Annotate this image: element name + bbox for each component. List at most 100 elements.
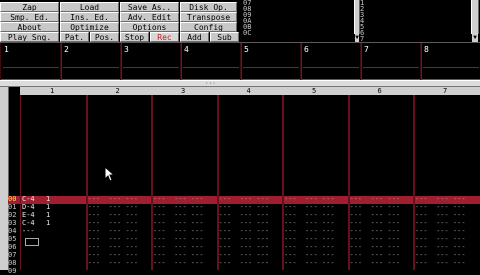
sample-list[interactable]: 12345678 xyxy=(360,0,468,49)
menu-button-play-sng[interactable]: Play Sng. xyxy=(0,32,59,42)
instrument-list-item[interactable]: 0C xyxy=(243,30,353,37)
empty-cell[interactable]: --- --- --- xyxy=(88,203,139,211)
empty-cell[interactable]: --- --- --- xyxy=(153,243,204,251)
empty-cell[interactable]: --- --- --- xyxy=(88,243,139,251)
empty-cell[interactable]: --- --- --- xyxy=(284,227,335,235)
channel-number[interactable]: 5 xyxy=(312,87,316,95)
empty-cell[interactable]: --- --- --- xyxy=(350,243,401,251)
menu-button-about[interactable]: About xyxy=(0,22,59,32)
menu-button-pat[interactable]: Pat. xyxy=(60,32,89,42)
empty-cell[interactable]: --- --- --- xyxy=(284,259,335,267)
instrument-cell[interactable]: 1 xyxy=(46,195,50,203)
empty-cell[interactable]: --- --- --- xyxy=(153,219,204,227)
empty-cell[interactable]: --- --- --- xyxy=(415,219,466,227)
note-cell[interactable]: D-4 xyxy=(22,203,35,211)
note-cell[interactable]: --- xyxy=(22,227,35,235)
empty-cell[interactable]: --- --- --- xyxy=(350,211,401,219)
empty-cell[interactable]: --- --- --- xyxy=(350,235,401,243)
empty-cell[interactable]: --- --- --- xyxy=(415,243,466,251)
empty-cell[interactable]: --- --- --- xyxy=(153,227,204,235)
channel-scope[interactable]: 2 xyxy=(60,43,122,81)
empty-cell[interactable]: --- --- --- xyxy=(219,227,270,235)
instrument-list[interactable]: 07 08 09 0A 0B 0C xyxy=(243,0,353,42)
menu-button-adv-edit[interactable]: Adv. Edit xyxy=(120,12,179,22)
empty-cell[interactable]: --- --- --- xyxy=(284,219,335,227)
instrument-cell[interactable]: 1 xyxy=(46,219,50,227)
empty-cell[interactable]: --- --- --- xyxy=(350,259,401,267)
empty-cell[interactable]: --- --- --- xyxy=(284,243,335,251)
empty-cell[interactable]: --- --- --- xyxy=(153,203,204,211)
empty-cell[interactable]: --- --- --- xyxy=(219,251,270,259)
empty-cell[interactable]: --- --- --- xyxy=(350,203,401,211)
empty-cell[interactable]: --- --- --- xyxy=(415,227,466,235)
empty-cell[interactable]: --- --- --- xyxy=(284,195,335,203)
empty-cell[interactable]: --- --- --- xyxy=(88,251,139,259)
menu-button-optimize[interactable]: Optimize xyxy=(60,22,119,32)
channel-number[interactable]: 1 xyxy=(50,87,54,95)
menu-button-transpose[interactable]: Transpose xyxy=(180,12,237,22)
note-cell[interactable]: C-4 xyxy=(22,195,35,203)
sample-list-scrollbar[interactable]: ▼ xyxy=(471,0,479,42)
channel-number[interactable]: 2 xyxy=(116,87,120,95)
empty-cell[interactable]: --- --- --- xyxy=(284,203,335,211)
note-cell[interactable]: C-4 xyxy=(22,219,35,227)
pattern-editor[interactable]: 1 2 3 4 5 6 7 00 01 02 03 04 05 06 07 08 09 C-4 1 D-4 1 E-4… xyxy=(0,87,480,275)
empty-cell[interactable]: --- --- --- xyxy=(284,251,335,259)
empty-cell[interactable]: --- --- --- xyxy=(153,211,204,219)
empty-cell[interactable]: --- --- --- xyxy=(415,211,466,219)
channel-scope[interactable]: 4 xyxy=(180,43,242,81)
empty-cell[interactable]: --- --- --- xyxy=(88,195,139,203)
empty-cell[interactable]: --- --- --- xyxy=(350,251,401,259)
scroll-down-icon[interactable]: ▼ xyxy=(355,34,359,42)
empty-cell[interactable]: --- --- --- xyxy=(219,243,270,251)
empty-cell[interactable]: --- --- --- xyxy=(350,219,401,227)
empty-cell[interactable]: --- --- --- xyxy=(415,259,466,267)
channel-number[interactable]: 6 xyxy=(378,87,382,95)
channel-scope[interactable]: 7 xyxy=(360,43,422,81)
menu-button-sub[interactable]: Sub xyxy=(210,32,239,42)
channel-scope[interactable]: 1 xyxy=(0,43,62,81)
menu-button-stop[interactable]: Stop xyxy=(120,32,149,42)
empty-cell[interactable]: --- --- --- xyxy=(415,251,466,259)
empty-cell[interactable]: --- --- --- xyxy=(415,235,466,243)
instrument-cell[interactable]: 1 xyxy=(46,203,50,211)
empty-cell[interactable]: --- --- --- xyxy=(284,235,335,243)
empty-cell[interactable]: --- --- --- xyxy=(88,219,139,227)
empty-cell[interactable]: --- --- --- xyxy=(219,203,270,211)
menu-button-add[interactable]: Add xyxy=(180,32,209,42)
empty-cell[interactable]: --- --- --- xyxy=(219,219,270,227)
menu-button-disk-op[interactable]: Disk Op. xyxy=(180,2,237,12)
menu-button-zap[interactable]: Zap xyxy=(0,2,59,12)
empty-cell[interactable]: --- --- --- xyxy=(88,211,139,219)
channel-number[interactable]: 7 xyxy=(443,87,447,95)
panel-divider[interactable]: ··· xyxy=(0,80,480,87)
empty-cell[interactable]: --- --- --- xyxy=(153,195,204,203)
empty-cell[interactable]: --- --- --- xyxy=(415,203,466,211)
menu-button-options[interactable]: Options xyxy=(120,22,179,32)
empty-cell[interactable]: --- --- --- xyxy=(415,195,466,203)
empty-cell[interactable]: --- --- --- xyxy=(350,227,401,235)
channel-number[interactable]: 4 xyxy=(247,87,251,95)
menu-button-load[interactable]: Load xyxy=(60,2,119,12)
channel-scope[interactable]: 3 xyxy=(120,43,182,81)
empty-cell[interactable]: --- --- --- xyxy=(219,235,270,243)
empty-cell[interactable]: --- --- --- xyxy=(88,227,139,235)
empty-cell[interactable]: --- --- --- xyxy=(153,235,204,243)
channel-number[interactable]: 3 xyxy=(181,87,185,95)
empty-cell[interactable]: --- --- --- xyxy=(284,211,335,219)
menu-button-ins-ed[interactable]: Ins. Ed. xyxy=(60,12,119,22)
note-cell[interactable]: E-4 xyxy=(22,211,35,219)
channel-scope[interactable]: 6 xyxy=(300,43,362,81)
menu-button-rec[interactable]: Rec xyxy=(150,32,179,42)
empty-cell[interactable]: --- --- --- xyxy=(153,259,204,267)
scroll-down-icon[interactable]: ▼ xyxy=(472,34,478,42)
empty-cell[interactable]: --- --- --- xyxy=(219,195,270,203)
empty-cell[interactable]: --- --- --- xyxy=(219,259,270,267)
channel-column[interactable] xyxy=(20,95,88,270)
empty-cell[interactable]: --- --- --- xyxy=(88,235,139,243)
channel-scope[interactable]: 5 xyxy=(240,43,302,81)
empty-cell[interactable]: --- --- --- xyxy=(219,211,270,219)
menu-button-save-as[interactable]: Save As.. xyxy=(120,2,179,12)
menu-button-smp-ed[interactable]: Smp. Ed. xyxy=(0,12,59,22)
menu-button-pos[interactable]: Pos. xyxy=(90,32,119,42)
